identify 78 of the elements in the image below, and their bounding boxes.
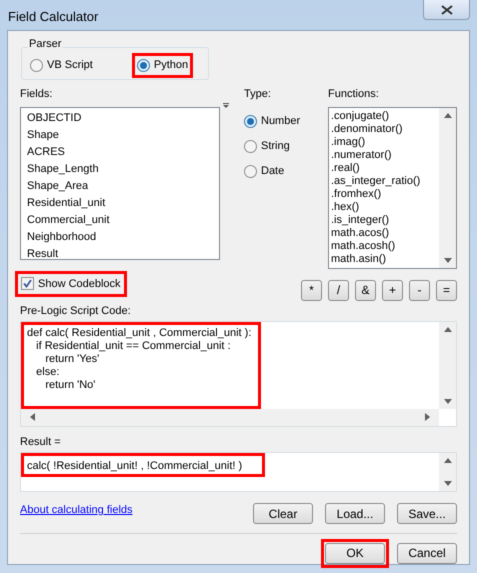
scrollbar[interactable] [439,322,456,408]
checkbox[interactable] [21,277,34,290]
operator-button[interactable]: - [409,280,430,301]
result-label: Result = [20,434,62,450]
code-line: return 'No' [44,379,96,392]
fields-list[interactable]: OBJECTID Shape ACRES Shape_Length Shape_Area Residential_unit Commercial_unit Neighborhood Result [20,106,220,260]
field-item[interactable]: Shape_Length [27,160,219,178]
operator-button[interactable]: * [301,280,322,301]
radio-button[interactable] [136,59,150,72]
code-editor[interactable]: def calc( Residential_unit , Commercial_unit ): if Residential_unit == Commercial_unit : return 'Yes' else: return 'No' [20,321,457,426]
parser-option[interactable]: VB Script [30,59,93,72]
code-line: if Residential_unit == Commercial_unit : [35,340,232,354]
scroll-up-icon[interactable] [444,112,452,119]
field-item[interactable]: Residential_unit [27,194,219,212]
file-button[interactable]: Save... [397,503,457,524]
function-item[interactable]: .numerator() [331,148,439,162]
operator-button[interactable]: & [355,280,376,301]
radio-button[interactable] [244,140,257,153]
close-button[interactable] [423,0,470,20]
group-label: Parser [28,39,62,50]
scroll-down-icon[interactable] [444,480,452,488]
functions-list[interactable]: .conjugate() .denominator() .imag() .numerator() .real() .as_integer_ratio() .fromhex() .hex() .is_integer() math.acos() math.acosh() math.asin() [328,106,457,269]
function-item[interactable]: .fromhex() [331,188,439,201]
function-item[interactable]: .hex() [331,200,439,214]
function-item[interactable]: .denominator() [331,122,439,136]
fields-label: Fields: [20,87,54,102]
close-icon [440,4,452,14]
type-option[interactable]: Date [244,164,328,178]
type-option[interactable]: Number [244,114,328,128]
radio-button[interactable] [30,59,43,72]
operator-button[interactable]: / [328,280,349,301]
function-item[interactable]: math.acosh() [331,240,439,253]
scrollbar[interactable] [439,453,456,492]
field-item[interactable]: Shape_Area [27,178,219,195]
result-expression: calc( !Residential_unit! , !Commercial_unit! ) [27,460,242,472]
scroll-right-icon[interactable] [424,413,431,421]
dialog-button[interactable]: Cancel [397,542,457,564]
functions-label: Functions: [328,87,380,102]
function-item[interactable]: .conjugate() [331,110,439,123]
field-item[interactable]: Commercial_unit [27,212,219,229]
field-item[interactable]: ACRES [27,144,219,161]
sort-icon[interactable] [223,103,229,108]
function-item[interactable]: .real() [331,162,439,175]
file-button[interactable]: Clear [253,503,313,524]
scroll-up-icon[interactable] [444,457,452,464]
function-item[interactable]: .imag() [331,136,439,149]
field-item[interactable]: Result [27,246,219,263]
help-link[interactable]: About calculating fields [20,505,133,516]
function-item[interactable]: .as_integer_ratio() [331,174,439,188]
checkmark-icon [23,279,32,288]
type-option[interactable]: String [244,140,328,153]
radio-button[interactable] [244,114,257,128]
file-button[interactable]: Load... [325,503,385,524]
operator-button[interactable]: + [382,280,403,301]
scroll-down-icon[interactable] [444,398,452,404]
scroll-left-icon[interactable] [29,413,36,421]
scroll-down-icon[interactable] [444,256,452,264]
window-title: Field Calculator [8,8,98,26]
operator-button[interactable]: = [436,280,457,301]
code-line: return 'Yes' [44,353,100,366]
function-item[interactable]: .is_integer() [331,214,439,227]
field-item[interactable]: Shape [27,126,219,144]
function-item[interactable]: math.acos() [331,226,439,240]
function-item[interactable]: math.asin() [331,252,439,266]
scroll-up-icon[interactable] [444,326,452,334]
pre-logic-label: Pre-Logic Script Code: [20,304,132,319]
show-codeblock-checkbox[interactable]: Show Codeblock [21,276,121,292]
result-editor[interactable]: calc( !Residential_unit! , !Commercial_unit! ) [20,452,457,492]
field-item[interactable]: Neighborhood [27,228,219,246]
type-label: Type: [244,87,272,102]
parser-option[interactable]: Python [136,59,188,72]
horizontal-scrollbar[interactable] [21,408,439,426]
field-item[interactable]: OBJECTID [27,110,219,127]
dialog-button[interactable]: OK [325,542,385,564]
scrollbar[interactable] [439,108,456,268]
code-line: else: [35,366,60,380]
code-line: def calc( Residential_unit , Commercial_unit ): [27,327,252,340]
radio-button[interactable] [244,164,257,178]
